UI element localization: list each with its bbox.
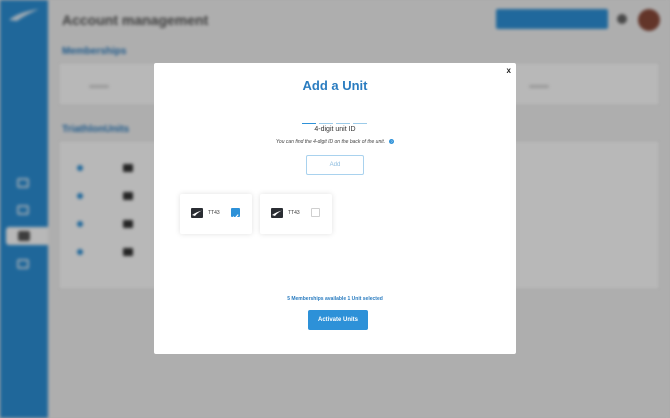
add-unit-modal: x Add a Unit 4-digit unit ID You can fin… [154, 63, 516, 354]
unit-id-label: 4-digit unit ID [314, 126, 356, 133]
activate-units-button[interactable]: Activate Units [308, 310, 368, 330]
unit-id-input [302, 116, 367, 124]
unit-card[interactable]: TT43 [260, 194, 332, 234]
add-button[interactable]: Add [306, 155, 364, 175]
unit-checkbox-unchecked[interactable] [311, 208, 320, 217]
unit-label: TT43 [288, 210, 300, 216]
digit-input-1[interactable] [302, 116, 316, 124]
checkmark-icon [232, 214, 239, 220]
digit-input-3[interactable] [336, 116, 350, 124]
unit-card[interactable]: TT43 [180, 194, 252, 234]
close-button[interactable]: x [507, 66, 511, 76]
unit-device-icon [271, 208, 283, 218]
unit-checkbox-checked[interactable] [231, 208, 240, 220]
unit-id-hint: You can find the 4-digit ID on the back … [154, 139, 516, 145]
digit-input-4[interactable] [353, 116, 367, 124]
modal-title: Add a Unit [302, 78, 368, 93]
info-icon[interactable]: ? [389, 139, 395, 145]
membership-status: 5 Memberships available 1 Unit selected [287, 296, 383, 302]
unit-device-icon [191, 208, 203, 218]
unit-label: TT43 [208, 210, 220, 216]
digit-input-2[interactable] [319, 116, 333, 124]
hint-text: You can find the 4-digit ID on the back … [275, 139, 386, 145]
